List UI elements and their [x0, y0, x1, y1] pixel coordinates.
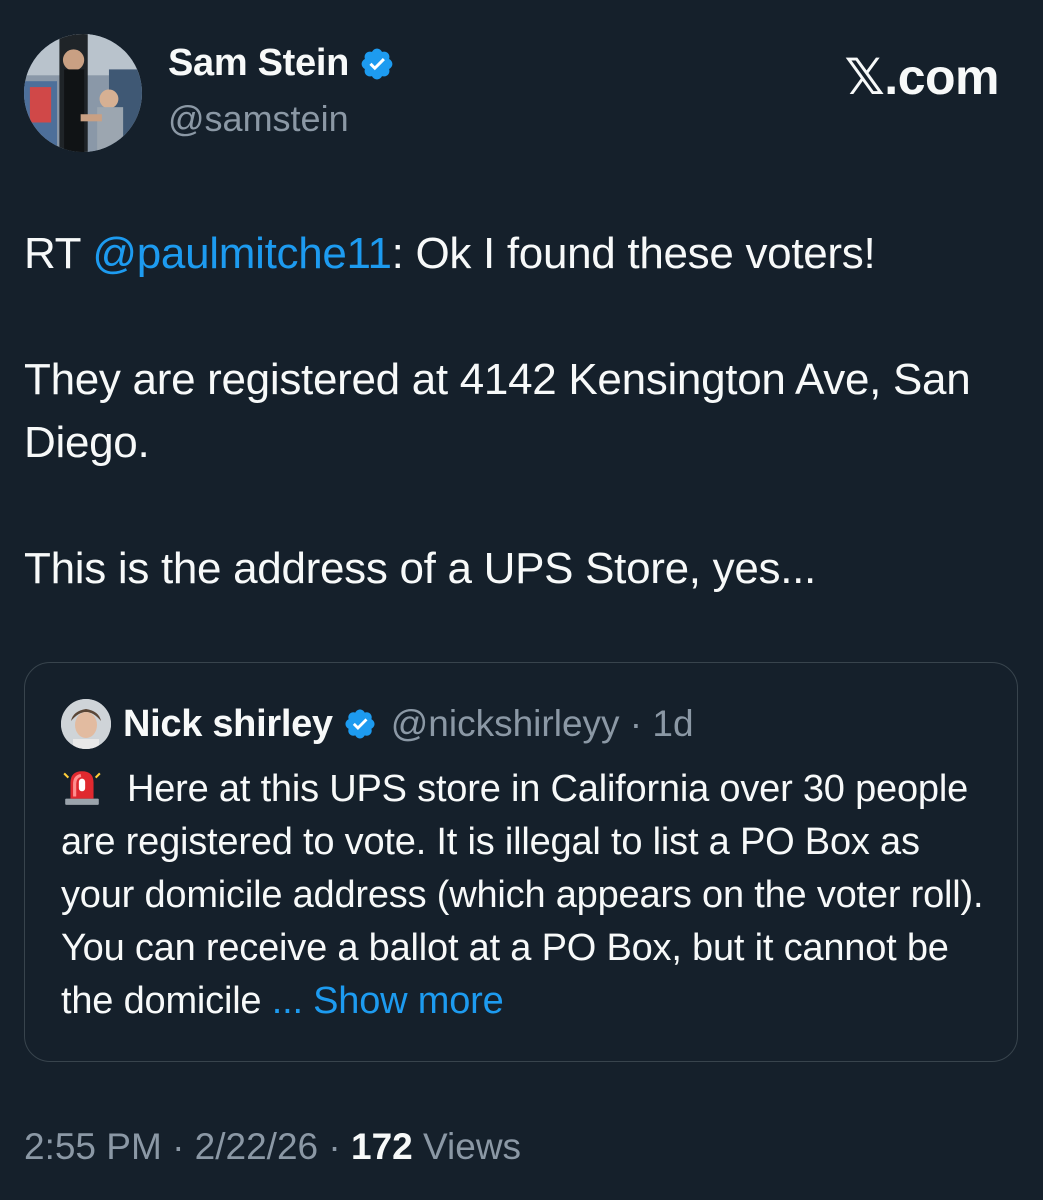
- tweet-line-1: RT @paulmitche11: Ok I found these voter…: [24, 222, 1004, 285]
- verified-badge-icon: [359, 46, 395, 82]
- rt-prefix: RT: [24, 229, 93, 278]
- author-name-row: Sam Stein: [168, 42, 395, 85]
- verified-badge-icon: [343, 707, 377, 741]
- views-label: Views: [412, 1126, 522, 1167]
- quoted-tweet-header: Nick shirley @nickshirleyy · 1d: [61, 699, 694, 749]
- tweet-line-1-rest: : Ok I found these voters!: [391, 229, 876, 278]
- quoted-author-name[interactable]: Nick shirley: [123, 703, 333, 746]
- x-brand-logo: 𝕏.com: [844, 49, 1000, 105]
- mention-link[interactable]: @paulmitche11: [92, 229, 392, 278]
- tweet-text: RT @paulmitche11: Ok I found these voter…: [24, 222, 1004, 600]
- author-handle[interactable]: @samstein: [168, 98, 349, 140]
- quoted-tweet-body: Here at this UPS store in California ove…: [61, 768, 984, 1022]
- quoted-author-avatar[interactable]: [61, 699, 111, 749]
- siren-icon: [61, 765, 103, 807]
- timestamp[interactable]: 2:55 PM · 2/22/26 ·: [24, 1126, 351, 1167]
- tweet-paragraph-2: They are registered at 4142 Kensington A…: [24, 355, 971, 467]
- quoted-tweet-text: Here at this UPS store in California ove…: [61, 763, 991, 1028]
- views-count: 172: [351, 1126, 413, 1167]
- author-name[interactable]: Sam Stein: [168, 42, 349, 85]
- show-more-link[interactable]: ... Show more: [272, 980, 504, 1022]
- quoted-tweet-card[interactable]: Nick shirley @nickshirleyy · 1d Here at …: [24, 662, 1018, 1062]
- tweet-paragraph-3: This is the address of a UPS Store, yes.…: [24, 544, 816, 593]
- profile-photo: [24, 34, 142, 152]
- quoted-author-handle-time[interactable]: @nickshirleyy · 1d: [391, 703, 694, 745]
- tweet-metadata: 2:55 PM · 2/22/26 · 172 Views: [24, 1126, 521, 1168]
- author-avatar[interactable]: [24, 34, 142, 152]
